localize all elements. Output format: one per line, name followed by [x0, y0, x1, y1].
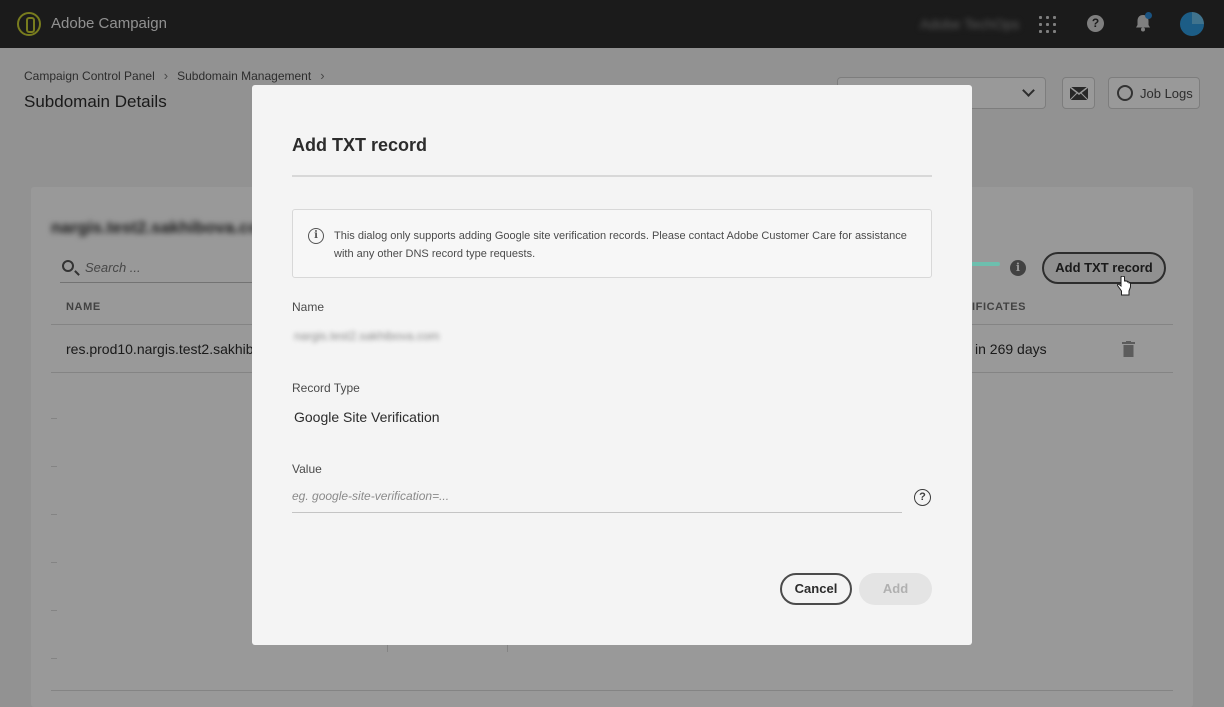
value-input[interactable]: eg. google-site-verification=... — [292, 485, 902, 513]
cancel-button[interactable]: Cancel — [780, 573, 852, 605]
value-placeholder: eg. google-site-verification=... — [292, 489, 450, 503]
hand-pointer-cursor-icon — [1117, 276, 1131, 296]
notice-text: This dialog only supports adding Google … — [334, 230, 907, 260]
add-button[interactable]: Add — [859, 573, 932, 605]
info-notice: i This dialog only supports adding Googl… — [292, 209, 932, 278]
info-circle-icon: i — [308, 228, 324, 244]
add-txt-record-dialog: Add TXT record i This dialog only suppor… — [252, 85, 972, 645]
value-label: Value — [292, 462, 322, 476]
dialog-title: Add TXT record — [292, 135, 428, 155]
help-icon[interactable]: ? — [914, 489, 931, 506]
record-type-value: Google Site Verification — [294, 409, 440, 425]
name-label: Name — [292, 300, 325, 314]
record-type-label: Record Type — [292, 381, 360, 395]
name-value: nargis.test2.sakhibova.com — [294, 329, 440, 343]
dialog-divider — [292, 175, 932, 177]
